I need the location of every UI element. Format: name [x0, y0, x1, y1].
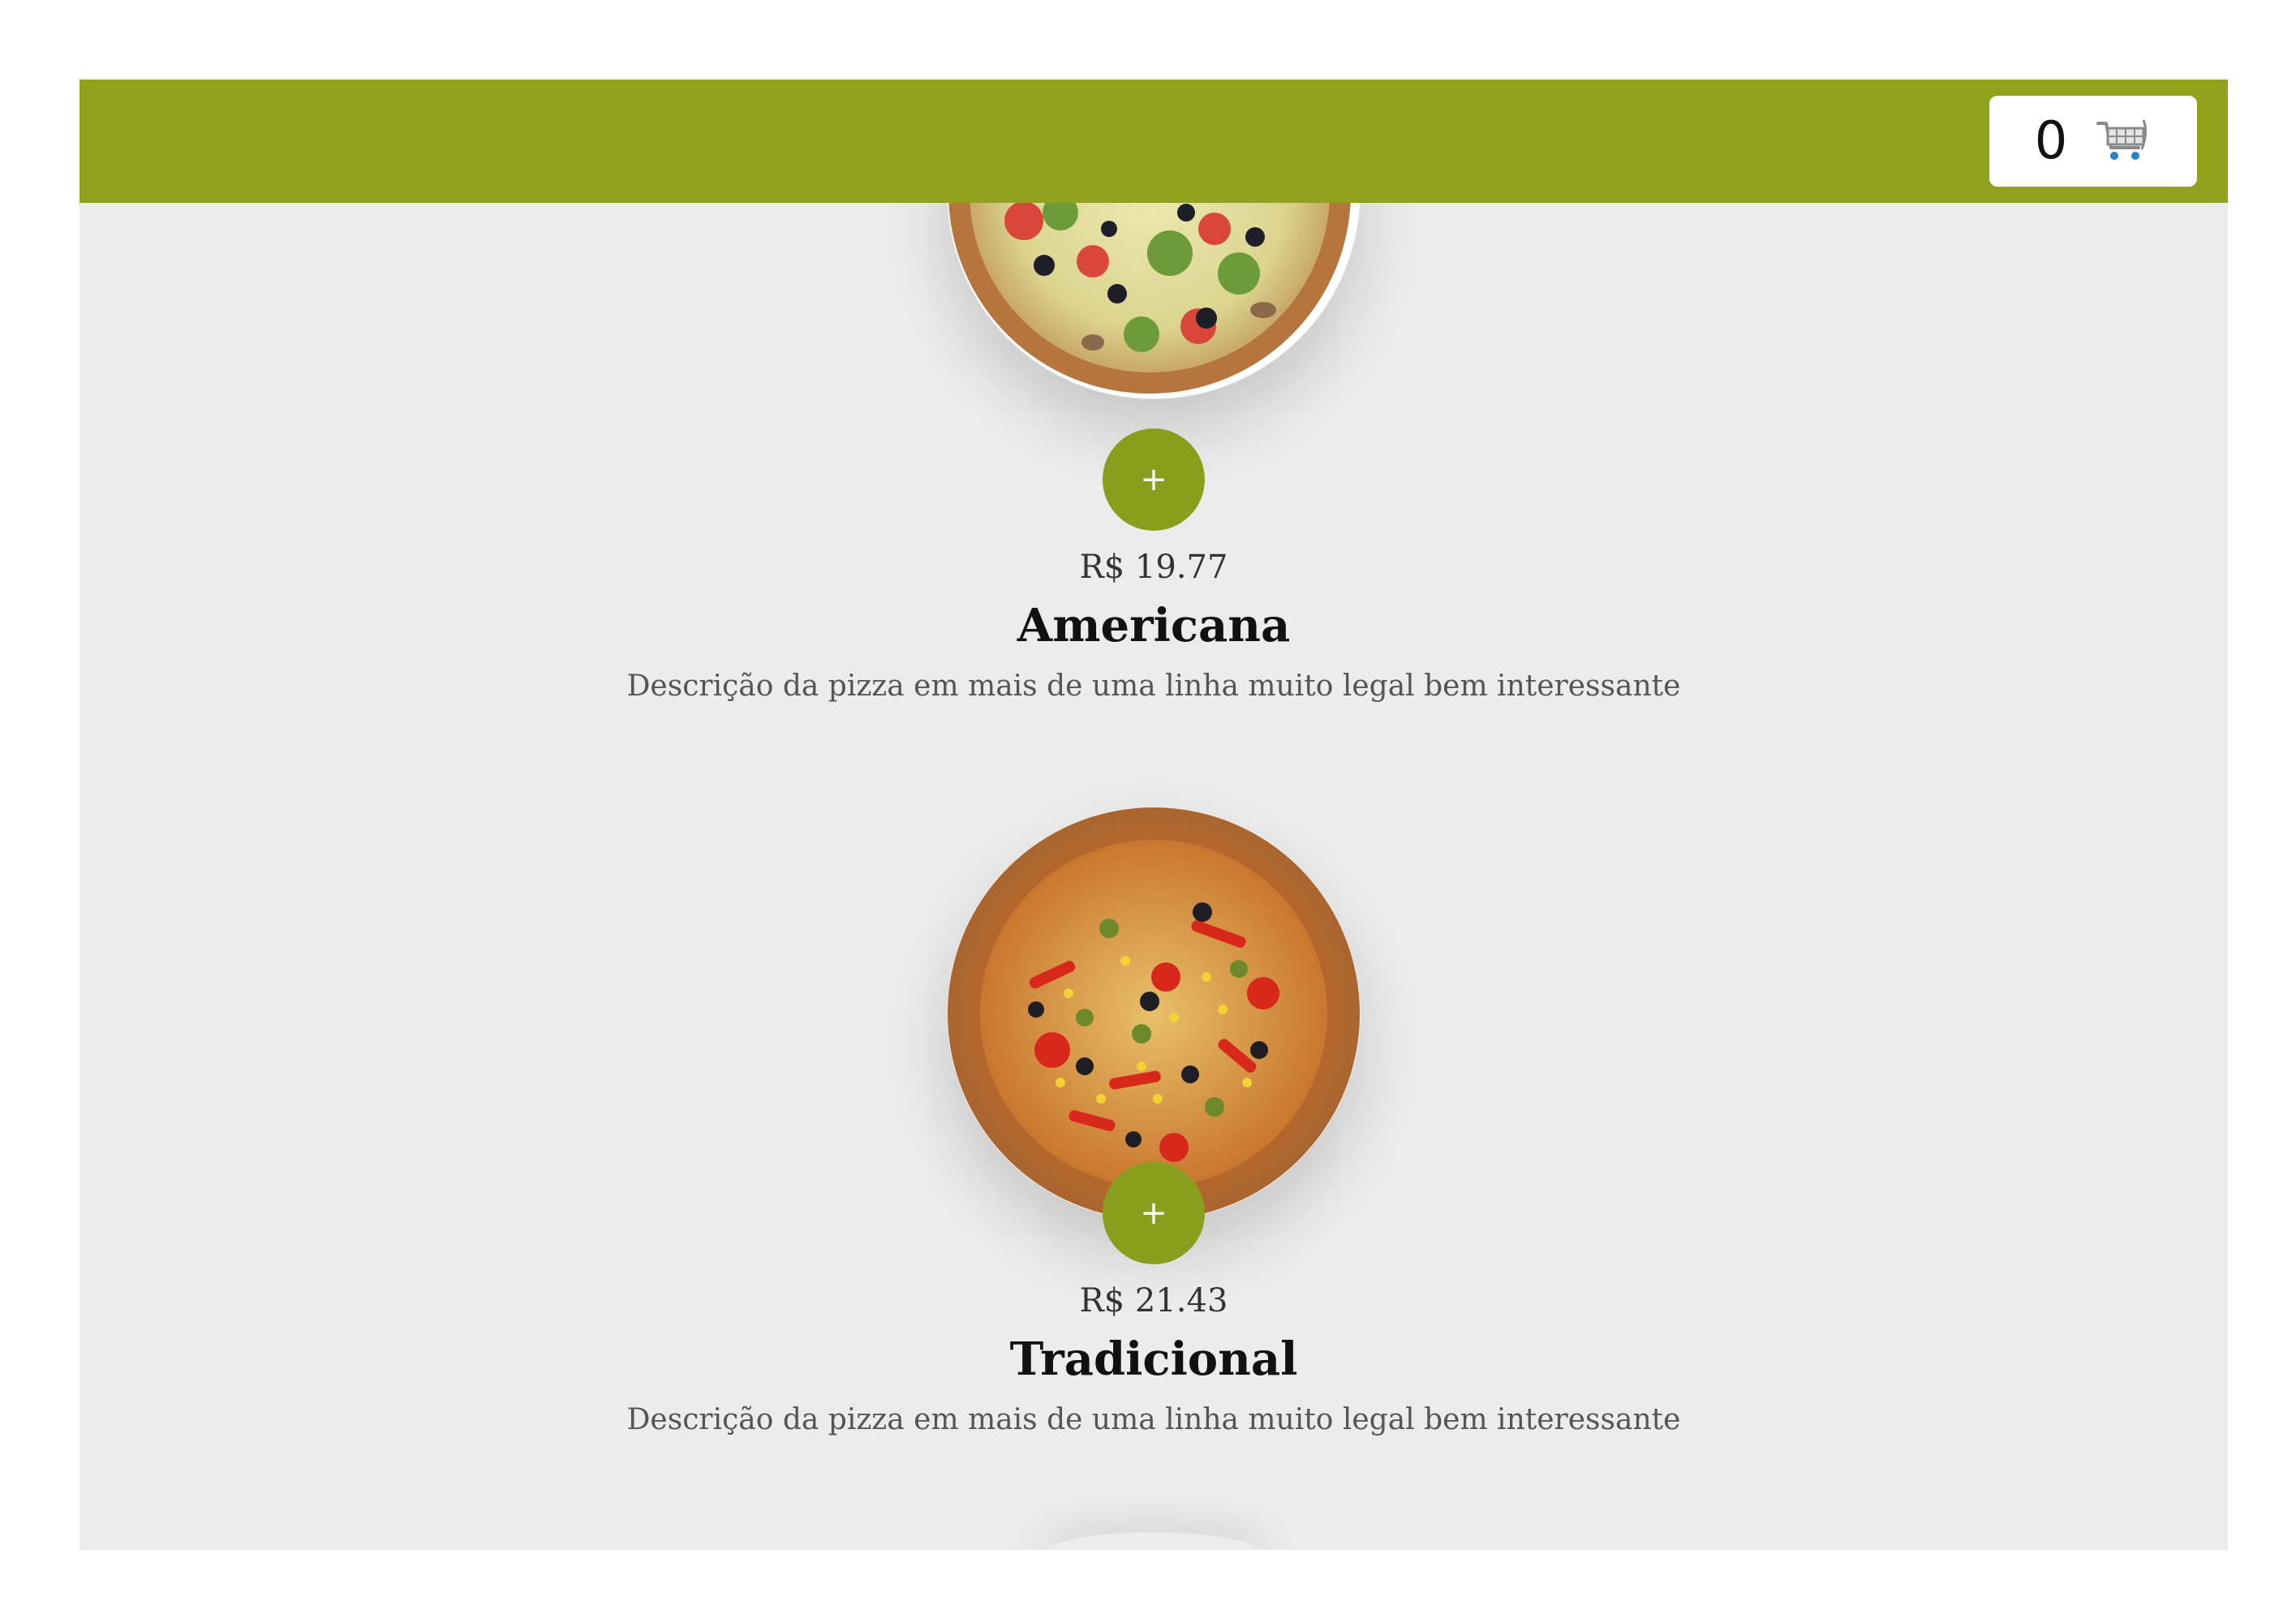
product-price: R$ 21.43: [1079, 1282, 1228, 1319]
top-bar: 0: [80, 80, 2228, 203]
next-product-shadow: [1040, 1532, 1267, 1550]
add-to-cart-button-americana[interactable]: +: [1103, 428, 1205, 531]
cart-count: 0: [2034, 111, 2068, 171]
pizza-image-tradicional: [947, 807, 1361, 1220]
add-to-cart-button-tradicional[interactable]: +: [1103, 1162, 1205, 1264]
pizza-tradicional-photo: [948, 807, 1360, 1220]
product-description: Descrição da pizza em mais de uma linha …: [626, 1403, 1681, 1436]
app-frame: + R$ 19.77 Americana Descrição da pizza …: [80, 80, 2228, 1550]
cart-button[interactable]: 0: [1989, 96, 2197, 187]
product-name: Tradicional: [1009, 1332, 1298, 1386]
shopping-cart-icon: [2096, 119, 2148, 160]
